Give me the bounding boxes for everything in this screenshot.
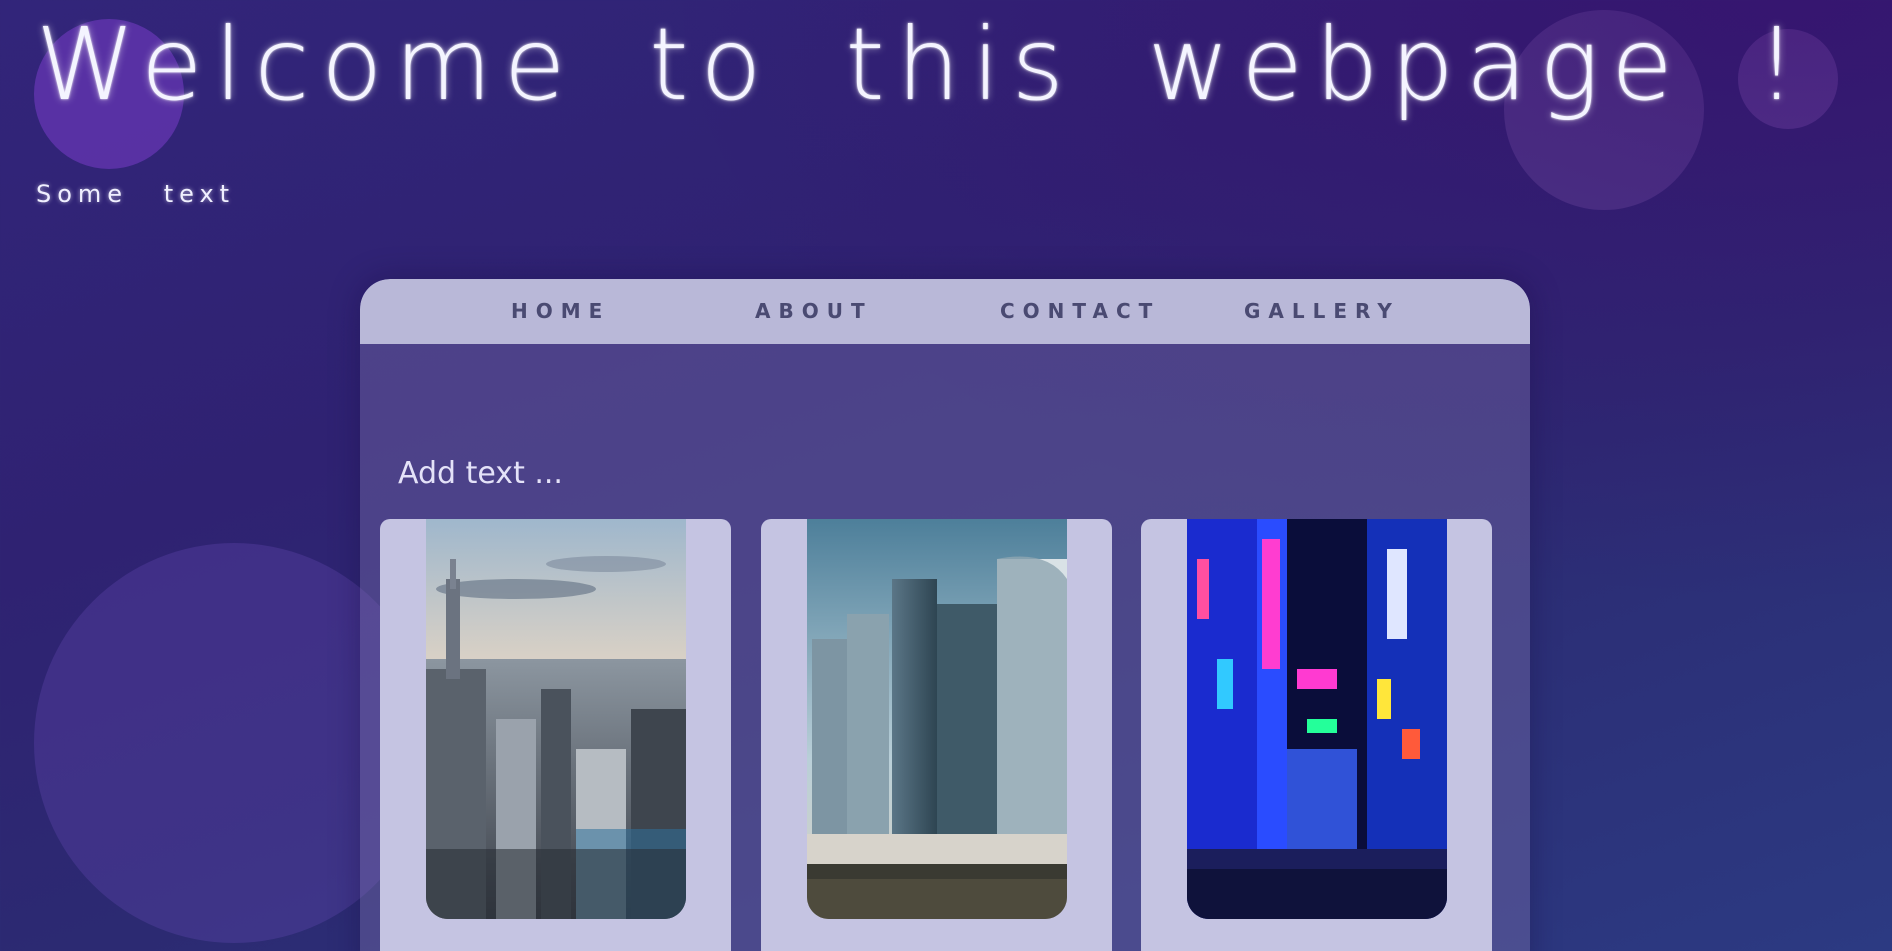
- main-nav: HOME ABOUT CONTACT GALLERY: [360, 279, 1530, 344]
- nav-item-contact[interactable]: CONTACT: [1000, 299, 1160, 323]
- glass-skyscrapers-photo: [807, 519, 1067, 919]
- content-card: HOME ABOUT CONTACT GALLERY Add text ...: [360, 279, 1530, 951]
- nav-item-about[interactable]: ABOUT: [755, 299, 873, 323]
- page-subtitle: Some text: [36, 180, 236, 208]
- gallery-card[interactable]: [761, 519, 1112, 951]
- nav-item-home[interactable]: HOME: [511, 299, 610, 323]
- gallery-card[interactable]: [380, 519, 731, 951]
- add-text-placeholder: Add text ...: [398, 456, 563, 491]
- neon-city-street-photo: [1187, 519, 1447, 919]
- gallery-card[interactable]: [1141, 519, 1492, 951]
- nav-item-gallery[interactable]: GALLERY: [1244, 299, 1400, 323]
- new-york-skyline-photo: [426, 519, 686, 919]
- page-title: Welcome to this webpage !: [36, 6, 1809, 123]
